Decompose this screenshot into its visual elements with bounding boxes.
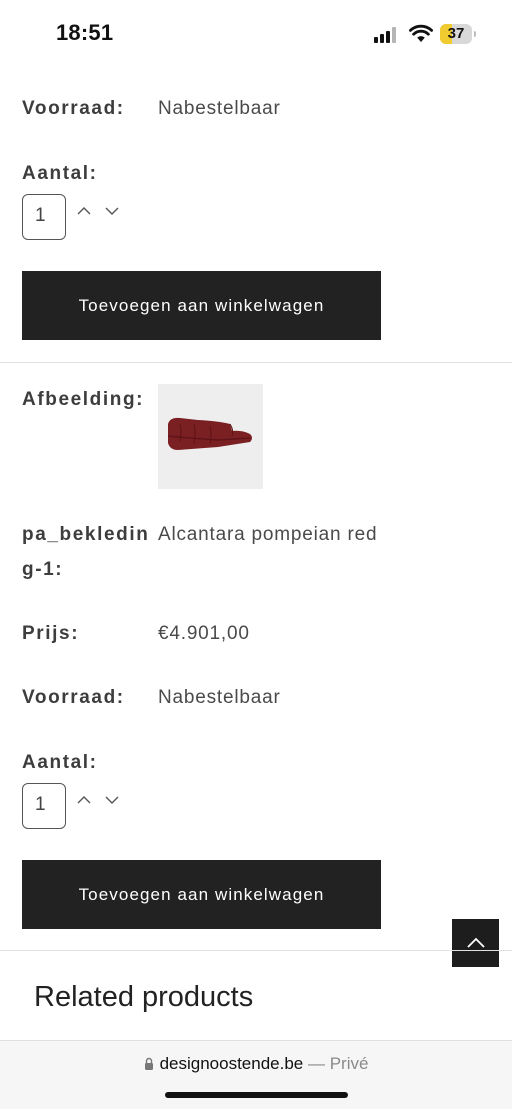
stock-label: Voorraad: — [22, 687, 125, 708]
lock-icon — [144, 1057, 153, 1070]
sofa-image — [167, 417, 252, 450]
chevron-up-icon — [466, 937, 485, 948]
quantity-label: Aantal: — [22, 163, 98, 184]
status-time: 18:51 — [56, 20, 114, 45]
quantity-label: Aantal: — [22, 752, 98, 773]
add-to-cart-button[interactable]: Toevoegen aan winkelwagen — [22, 860, 381, 929]
browser-address-bar[interactable] — [0, 1040, 512, 1109]
stock-label: Voorraad: — [22, 98, 125, 119]
quantity-value: 1 — [35, 205, 46, 226]
back-to-top-button[interactable] — [452, 919, 499, 967]
divider — [0, 362, 512, 363]
url-separator: — — [303, 1054, 330, 1073]
stock-value: Nabestelbaar — [158, 98, 281, 119]
divider — [0, 950, 512, 951]
stock-value: Nabestelbaar — [158, 687, 281, 708]
battery-percent: 37 — [447, 25, 465, 42]
cellular-signal-icon — [374, 27, 400, 43]
attribute-label-line2: g-1: — [22, 559, 64, 580]
address-field[interactable]: designoostende.be — Privé — [0, 1054, 512, 1074]
chevron-up-icon[interactable] — [76, 205, 92, 217]
wifi-icon — [409, 24, 433, 42]
image-label: Afbeelding: — [22, 389, 145, 410]
private-mode-label: Privé — [329, 1054, 369, 1073]
home-indicator — [165, 1092, 348, 1098]
attribute-value: Alcantara pompeian red — [158, 524, 378, 545]
quantity-input[interactable]: 1 — [22, 194, 66, 240]
quantity-input[interactable]: 1 — [22, 783, 66, 829]
chevron-up-icon[interactable] — [76, 794, 92, 806]
price-label: Prijs: — [22, 623, 80, 644]
url-domain: designoostende.be — [159, 1054, 304, 1073]
attribute-label-line1: pa_bekledin — [22, 524, 150, 545]
add-to-cart-button[interactable]: Toevoegen aan winkelwagen — [22, 271, 381, 340]
chevron-down-icon[interactable] — [104, 205, 120, 217]
product-thumbnail[interactable] — [158, 384, 263, 489]
quantity-value: 1 — [35, 794, 46, 815]
chevron-down-icon[interactable] — [104, 794, 120, 806]
related-products-heading: Related products — [34, 981, 254, 1013]
price-value: €4.901,00 — [158, 623, 250, 644]
battery-icon: 37 — [440, 24, 476, 44]
